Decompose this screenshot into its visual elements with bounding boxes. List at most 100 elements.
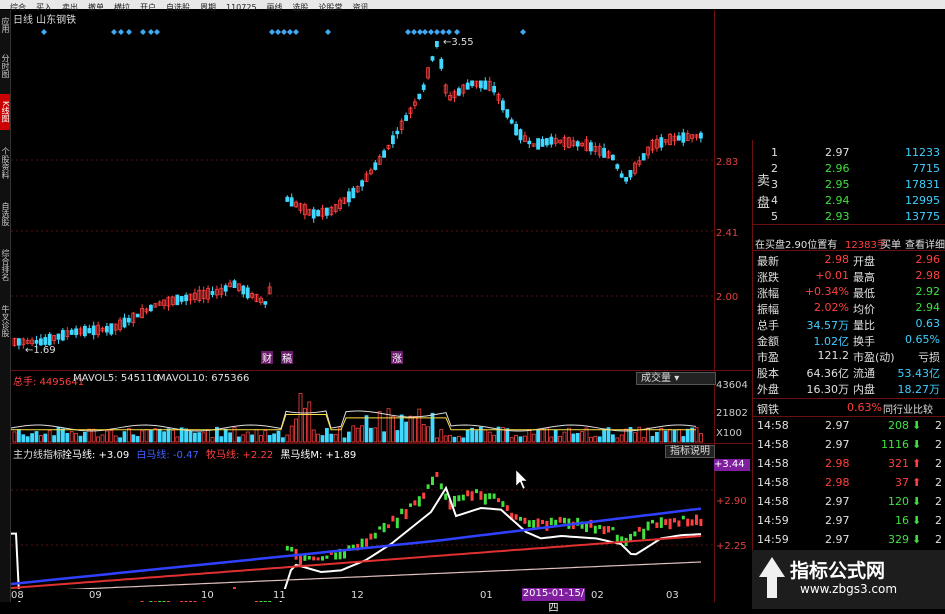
volume-bar: [285, 434, 290, 443]
quote-field-label: 金额: [757, 335, 779, 348]
candle-body: [536, 138, 540, 150]
date-axis-label: 02: [591, 590, 604, 601]
side-tab[interactable]: 个股资料: [0, 140, 10, 186]
tick-price: 2.98: [825, 457, 850, 470]
candle-body: [311, 209, 316, 219]
candle-body: [91, 325, 96, 336]
candle-body: [83, 325, 87, 337]
quote-field-value: 2.96: [915, 253, 941, 266]
tick-count: 2: [935, 419, 942, 432]
candle-body: [74, 328, 78, 336]
candle-body: [619, 173, 624, 178]
date-axis-label: 01: [480, 590, 493, 601]
indicator-help-button[interactable]: 指标说明: [665, 445, 715, 458]
side-tab[interactable]: 自选股: [0, 196, 10, 232]
volume-bar: [298, 393, 303, 443]
volume-bar: [452, 436, 457, 443]
volume-bar: [61, 428, 65, 443]
arrow-down-icon: ⬇: [912, 419, 922, 432]
quote-field-label: 换手: [853, 335, 875, 348]
low-price-label: ←1.69: [25, 345, 56, 356]
tick-volume: 120: [888, 495, 909, 508]
volume-bar: [65, 432, 70, 443]
event-diamond-icon: [422, 29, 428, 35]
volume-bar: [250, 434, 255, 443]
orderbook-volume: 7715: [912, 162, 940, 175]
candle-body: [589, 142, 593, 152]
orderbook-volume: 17831: [905, 178, 940, 191]
candle-body: [500, 100, 505, 111]
quote-field-value: 121.2: [817, 349, 850, 362]
volume-bar: [166, 428, 171, 443]
volume-bar: [408, 415, 413, 443]
event-diamond-icon: [140, 29, 146, 35]
volume-indicator-dropdown[interactable]: 成交量 ▾: [636, 372, 716, 385]
volume-bar: [580, 431, 584, 443]
candle-body: [628, 170, 633, 178]
indicator-candle: [369, 533, 373, 540]
indicator-candle: [400, 508, 404, 515]
candle-body: [434, 41, 439, 47]
volume-bar: [197, 432, 202, 443]
volume-bar: [223, 428, 228, 443]
indicator-candle: [497, 498, 500, 503]
orderbook-price: 2.96: [825, 162, 850, 175]
buy-position-info: 在买盘2.90位置有: [755, 240, 838, 251]
event-marker-label: 涨: [392, 353, 402, 365]
volume-bar: [412, 415, 417, 443]
sector-compare-button[interactable]: 同行业比较: [883, 401, 933, 416]
date-axis-label: 03: [666, 590, 679, 601]
candle-body: [245, 287, 250, 299]
indicator-candle: [637, 526, 641, 532]
arrow-up-icon: ⬆: [912, 457, 922, 470]
volume-bar: [201, 432, 206, 443]
candle-body: [223, 285, 228, 292]
volume-bar: [527, 429, 532, 443]
indicator-candle: [681, 515, 685, 520]
buy-orders-button[interactable]: 买单: [881, 236, 901, 251]
volume-bar: [465, 429, 470, 443]
side-tab[interactable]: K线图: [0, 94, 10, 130]
volume-bar: [47, 430, 52, 443]
indicator-candle: [673, 518, 676, 523]
indicator-candle: [391, 515, 395, 522]
volume-bar: [364, 415, 369, 443]
side-tab[interactable]: 应用: [0, 12, 10, 38]
candle-body: [127, 317, 131, 323]
chart-area[interactable]: ←3.55 ←1.69 财稿 涨: [11, 10, 714, 602]
volume-bar: [558, 435, 562, 443]
side-tab[interactable]: 牛叉诊股: [0, 298, 10, 344]
arrow-down-icon: ⬇: [912, 495, 922, 508]
orderbook-volume: 11233: [905, 146, 940, 159]
candle-body: [575, 141, 580, 147]
volume-bar: [12, 431, 17, 443]
volume-bar: [562, 431, 567, 443]
volume-bar: [483, 429, 488, 443]
volume-bar: [272, 433, 277, 443]
tick-count: 2: [935, 457, 942, 470]
orderbook-price: 2.95: [825, 178, 850, 191]
candle-body: [210, 291, 215, 295]
indicator-candle: [470, 491, 474, 501]
volume-bar: [118, 437, 122, 443]
quote-field-label: 股本: [757, 367, 779, 380]
indicator-value: 拴马线: +3.09: [62, 450, 133, 461]
side-tab[interactable]: 分时图: [0, 48, 10, 84]
volume-bar: [346, 431, 351, 443]
tick-count: 2: [935, 495, 942, 508]
quote-field-value: 亏损: [918, 351, 940, 364]
candle-body: [430, 56, 435, 61]
candle-body: [681, 132, 686, 143]
indicator-candle: [290, 546, 294, 552]
panel-divider: [11, 443, 752, 444]
view-detail-button[interactable]: 查看详细: [905, 236, 945, 251]
volume-bar: [373, 427, 378, 443]
orderbook-level: 1: [771, 146, 778, 159]
side-tab[interactable]: 综合排名: [0, 242, 10, 288]
indicator-current-value: +3.44: [714, 459, 750, 471]
volume-bar: [162, 431, 167, 443]
indicator-candle: [360, 538, 364, 549]
tick-price: 2.97: [825, 495, 850, 508]
quote-field-label: 最高: [853, 271, 875, 284]
volume-bar: [263, 430, 268, 443]
